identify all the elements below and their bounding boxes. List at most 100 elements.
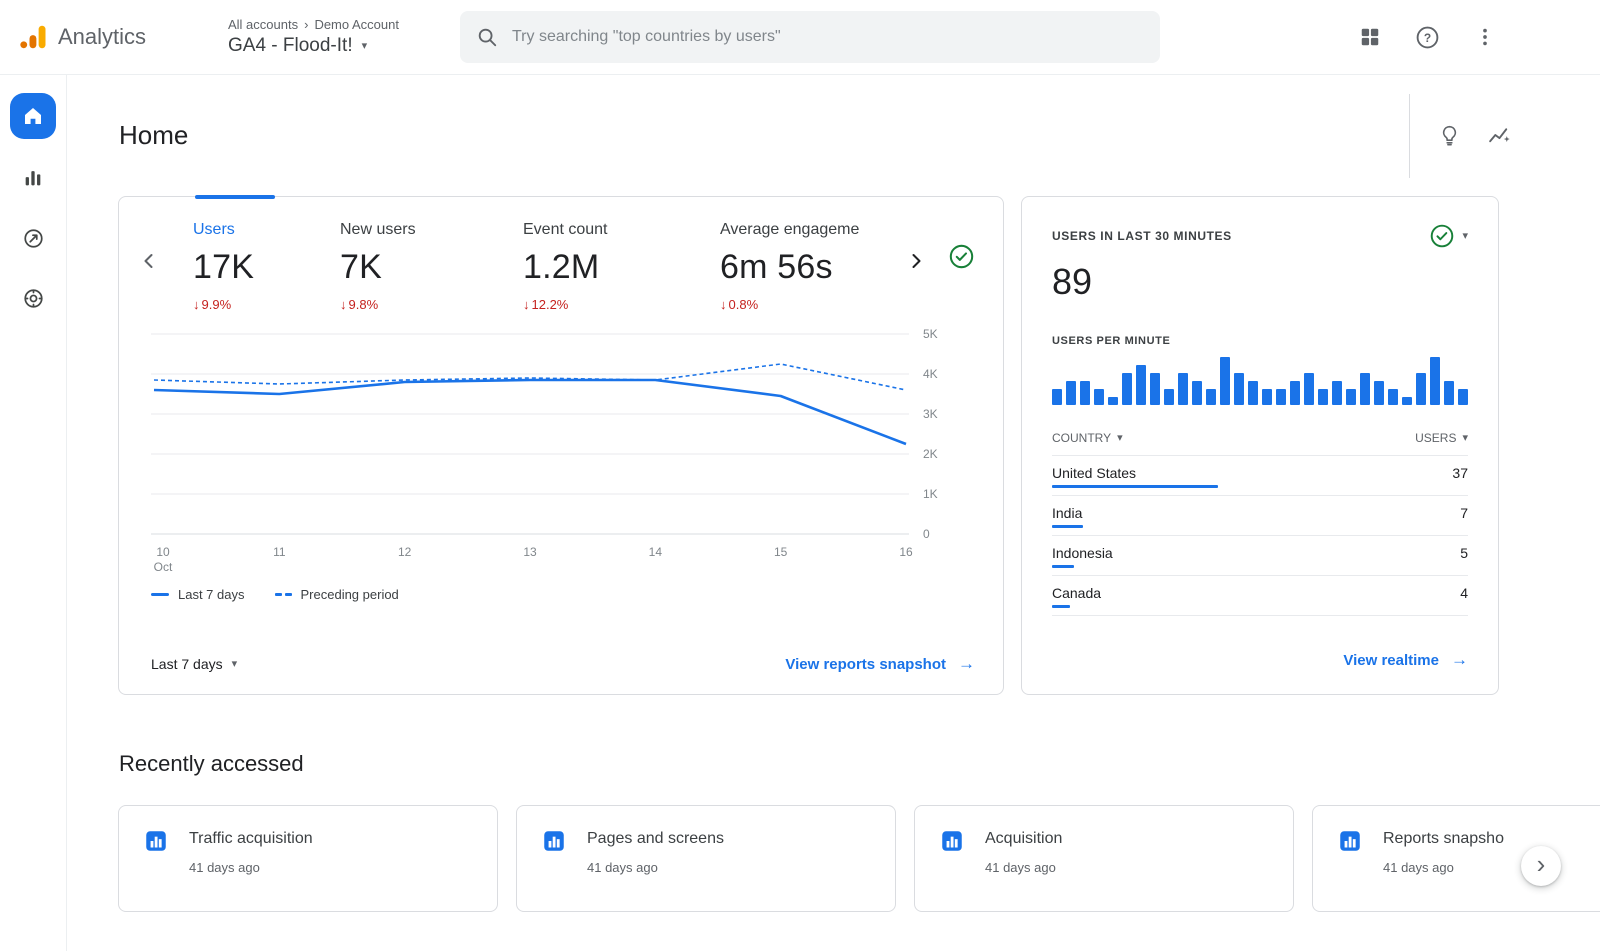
per-minute-bar bbox=[1206, 389, 1216, 405]
apps-grid-icon[interactable] bbox=[1359, 26, 1381, 48]
carousel-prev-icon[interactable] bbox=[135, 249, 163, 273]
country-column-header[interactable]: COUNTRY ▾ bbox=[1052, 431, 1123, 445]
svg-text:5K: 5K bbox=[923, 327, 938, 341]
svg-text:11: 11 bbox=[273, 545, 286, 559]
metric-tab-avg-engagement[interactable]: Average engageme 6m 56s ↓ 0.8% bbox=[720, 221, 902, 312]
svg-text:13: 13 bbox=[523, 545, 537, 559]
per-minute-bar bbox=[1248, 381, 1258, 405]
recently-accessed-section: Recently accessed Traffic acquisition 41… bbox=[67, 751, 1600, 912]
chevron-down-icon: ▾ bbox=[362, 41, 368, 52]
recent-card-acquisition[interactable]: Acquisition 41 days ago bbox=[914, 805, 1294, 912]
per-minute-bar bbox=[1430, 357, 1440, 405]
analytics-logo[interactable]: Analytics bbox=[18, 22, 208, 52]
svg-text:16: 16 bbox=[899, 545, 913, 559]
per-minute-bar bbox=[1374, 381, 1384, 405]
per-minute-bar bbox=[1416, 373, 1426, 405]
down-arrow-icon: ↓ bbox=[720, 297, 727, 312]
per-minute-bar bbox=[1094, 389, 1104, 405]
country-name: United States bbox=[1052, 465, 1136, 481]
chart-legend: Last 7 days Preceding period bbox=[151, 587, 975, 602]
overview-card-footer: Last 7 days ▾ View reports snapshot → bbox=[151, 654, 975, 674]
metric-tab-event-count[interactable]: Event count 1.2M ↓ 12.2% bbox=[523, 221, 720, 312]
property-selector[interactable]: GA4 - Flood-It! ▾ bbox=[228, 35, 440, 57]
help-icon[interactable]: ? bbox=[1415, 25, 1440, 50]
page-header: Home bbox=[67, 75, 1600, 196]
per-minute-bar bbox=[1388, 389, 1398, 405]
country-users: 37 bbox=[1452, 465, 1468, 481]
data-quality-check-icon[interactable] bbox=[948, 243, 975, 275]
arrow-right-icon: → bbox=[958, 654, 975, 674]
chevron-right-icon: › bbox=[1537, 849, 1546, 880]
realtime-table-header: COUNTRY ▾ USERS ▾ bbox=[1052, 431, 1468, 456]
realtime-status-dropdown[interactable]: ▾ bbox=[1429, 223, 1468, 249]
per-minute-bar bbox=[1402, 397, 1412, 405]
metrics-carousel: Users 17K ↓ 9.9% New users 7K ↓ 9.8% bbox=[151, 221, 975, 312]
svg-text:10: 10 bbox=[156, 545, 170, 559]
search-input[interactable] bbox=[512, 28, 1144, 46]
metric-tab-users[interactable]: Users 17K ↓ 9.9% bbox=[193, 221, 340, 312]
home-icon bbox=[21, 104, 45, 128]
svg-text:3K: 3K bbox=[923, 407, 938, 421]
per-minute-bar bbox=[1458, 389, 1468, 405]
view-reports-snapshot-link[interactable]: View reports snapshot → bbox=[785, 654, 975, 674]
view-realtime-link[interactable]: View realtime → bbox=[1343, 650, 1468, 670]
active-metric-indicator bbox=[195, 195, 275, 199]
table-row: Canada 4 bbox=[1052, 576, 1468, 616]
analytics-logo-icon bbox=[18, 22, 48, 52]
breadcrumb-account: Demo Account bbox=[314, 17, 399, 32]
reports-icon bbox=[22, 167, 44, 189]
per-minute-bar bbox=[1220, 357, 1230, 405]
sidebar-item-reports[interactable] bbox=[10, 157, 56, 199]
left-nav bbox=[0, 75, 67, 951]
realtime-title: USERS IN LAST 30 MINUTES bbox=[1052, 223, 1232, 243]
chevron-down-icon: ▾ bbox=[232, 659, 238, 670]
down-arrow-icon: ↓ bbox=[523, 297, 530, 312]
per-minute-bar bbox=[1234, 373, 1244, 405]
account-property-switcher[interactable]: All accounts › Demo Account GA4 - Flood-… bbox=[228, 17, 440, 57]
date-range-dropdown[interactable]: Last 7 days ▾ bbox=[151, 656, 237, 672]
carousel-next-icon[interactable] bbox=[902, 249, 930, 273]
search-bar[interactable] bbox=[460, 11, 1160, 63]
explore-icon bbox=[22, 227, 45, 250]
report-chart-icon bbox=[541, 828, 567, 854]
country-users: 4 bbox=[1460, 585, 1468, 601]
country-users: 5 bbox=[1460, 545, 1468, 561]
sidebar-item-home[interactable] bbox=[10, 93, 56, 139]
svg-text:Oct: Oct bbox=[154, 560, 173, 574]
search-icon bbox=[476, 26, 498, 48]
recent-card-traffic-acquisition[interactable]: Traffic acquisition 41 days ago bbox=[118, 805, 498, 912]
svg-text:0: 0 bbox=[923, 527, 930, 541]
breadcrumb-accounts: All accounts bbox=[228, 17, 298, 32]
svg-text:15: 15 bbox=[774, 545, 788, 559]
svg-text:14: 14 bbox=[649, 545, 663, 559]
check-circle-icon bbox=[1429, 223, 1455, 249]
per-minute-bar bbox=[1346, 389, 1356, 405]
legend-last-7-days: Last 7 days bbox=[151, 587, 245, 602]
insights-trend-icon[interactable] bbox=[1487, 123, 1512, 148]
legend-preceding-period: Preceding period bbox=[275, 587, 399, 602]
per-minute-bar bbox=[1304, 373, 1314, 405]
more-vert-icon[interactable] bbox=[1474, 26, 1496, 48]
table-row: Indonesia 5 bbox=[1052, 536, 1468, 576]
table-row: India 7 bbox=[1052, 496, 1468, 536]
sidebar-item-explore[interactable] bbox=[10, 217, 56, 259]
realtime-header: USERS IN LAST 30 MINUTES ▾ bbox=[1052, 223, 1468, 249]
per-minute-bar bbox=[1136, 365, 1146, 405]
per-minute-bar bbox=[1332, 381, 1342, 405]
users-per-minute-label: USERS PER MINUTE bbox=[1052, 335, 1468, 347]
top-bar: Analytics All accounts › Demo Account GA… bbox=[0, 0, 1600, 75]
country-bar bbox=[1052, 485, 1218, 488]
country-users: 7 bbox=[1460, 505, 1468, 521]
insights-lightbulb-icon[interactable] bbox=[1438, 124, 1461, 147]
sidebar-item-advertising[interactable] bbox=[10, 277, 56, 319]
report-chart-icon bbox=[1337, 828, 1363, 854]
scroll-next-button[interactable]: › bbox=[1521, 846, 1561, 886]
recent-card-pages-and-screens[interactable]: Pages and screens 41 days ago bbox=[516, 805, 896, 912]
country-name: Indonesia bbox=[1052, 545, 1113, 561]
dashed-line-swatch-icon bbox=[275, 593, 292, 596]
solid-line-swatch-icon bbox=[151, 593, 169, 596]
advertising-icon bbox=[22, 287, 45, 310]
metric-tab-new-users[interactable]: New users 7K ↓ 9.8% bbox=[340, 221, 523, 312]
per-minute-bar bbox=[1276, 389, 1286, 405]
users-column-header[interactable]: USERS ▾ bbox=[1415, 431, 1468, 445]
